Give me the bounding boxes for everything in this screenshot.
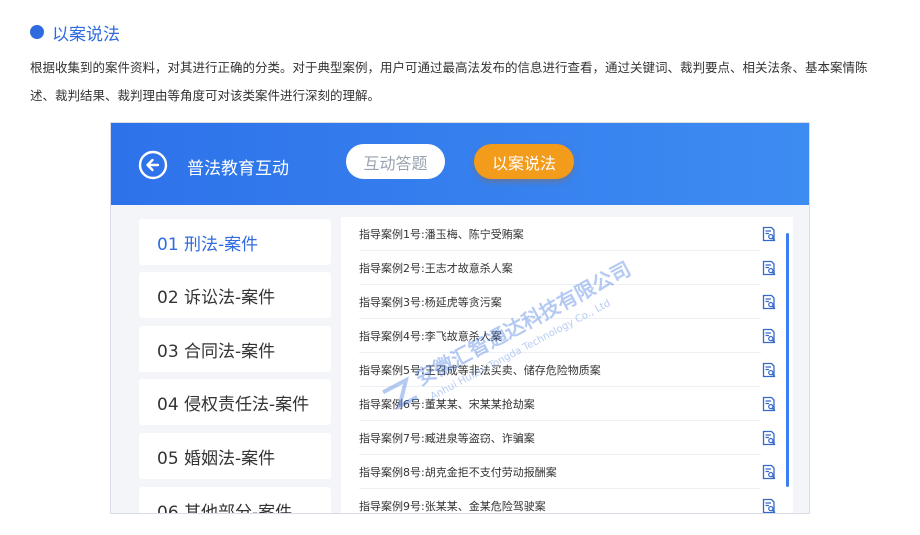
document-search-icon[interactable] — [761, 498, 777, 514]
sidebar-item-contract-law[interactable]: 03 合同法-案件 — [139, 326, 331, 372]
document-search-icon[interactable] — [761, 294, 777, 310]
tab-interactive-quiz[interactable]: 互动答题 — [346, 144, 445, 179]
document-search-icon[interactable] — [761, 362, 777, 378]
list-item[interactable]: 指导案例1号:潘玉梅、陈宁受贿案 — [359, 217, 776, 251]
sidebar-item-criminal-law[interactable]: 01 刑法-案件 — [139, 219, 331, 265]
case-title: 指导案例2号:王志才故意杀人案 — [359, 261, 513, 275]
document-search-icon[interactable] — [761, 328, 777, 344]
document-search-icon[interactable] — [761, 396, 777, 412]
case-title: 指导案例4号:李飞故意杀人案 — [359, 329, 502, 343]
case-title: 指导案例9号:张某某、金某危险驾驶案 — [359, 499, 546, 513]
app-title: 普法教育互动 — [187, 159, 289, 179]
app-frame: 普法教育互动 互动答题 以案说法 01 刑法-案件 02 诉讼法-案件 03 合… — [110, 122, 810, 514]
bullet-dot-icon — [30, 25, 44, 39]
app-header: 普法教育互动 互动答题 以案说法 — [111, 123, 809, 205]
sidebar-item-marriage-law[interactable]: 05 婚姻法-案件 — [139, 433, 331, 479]
list-item[interactable]: 指导案例3号:杨延虎等贪污案 — [359, 285, 776, 319]
list-item[interactable]: 指导案例4号:李飞故意杀人案 — [359, 319, 776, 353]
list-item[interactable]: 指导案例7号:臧进泉等盗窃、诈骗案 — [359, 421, 776, 455]
list-item[interactable]: 指导案例5号:王召成等非法买卖、储存危险物质案 — [359, 353, 776, 387]
document-search-icon[interactable] — [761, 260, 777, 276]
section-heading: 以案说法 — [30, 20, 120, 45]
sidebar-item-tort-law[interactable]: 04 侵权责任法-案件 — [139, 379, 331, 425]
back-arrow-circle-icon[interactable] — [138, 150, 168, 180]
list-item[interactable]: 指导案例2号:王志才故意杀人案 — [359, 251, 776, 285]
tab-case-study[interactable]: 以案说法 — [474, 144, 574, 179]
sidebar-item-procedure-law[interactable]: 02 诉讼法-案件 — [139, 272, 331, 318]
intro-paragraph: 根据收集到的案件资料，对其进行正确的分类。对于典型案例，用户可通过最高法发布的信… — [30, 60, 868, 103]
scrollbar[interactable] — [786, 233, 789, 487]
list-item[interactable]: 指导案例9号:张某某、金某危险驾驶案 — [359, 489, 776, 513]
list-item[interactable]: 指导案例6号:董某某、宋某某抢劫案 — [359, 387, 776, 421]
case-title: 指导案例3号:杨延虎等贪污案 — [359, 295, 502, 309]
case-title: 指导案例5号:王召成等非法买卖、储存危险物质案 — [359, 363, 601, 377]
document-search-icon[interactable] — [761, 464, 777, 480]
case-title: 指导案例7号:臧进泉等盗窃、诈骗案 — [359, 431, 535, 445]
case-title: 指导案例8号:胡克金拒不支付劳动报酬案 — [359, 465, 557, 479]
case-list: 指导案例1号:潘玉梅、陈宁受贿案 指导案例2号:王志才故意杀人案 指导案例3号:… — [341, 217, 793, 513]
document-search-icon[interactable] — [761, 226, 777, 242]
sidebar-item-other[interactable]: 06 其他部分-案件 — [139, 487, 331, 513]
case-title: 指导案例1号:潘玉梅、陈宁受贿案 — [359, 227, 524, 241]
list-item[interactable]: 指导案例8号:胡克金拒不支付劳动报酬案 — [359, 455, 776, 489]
document-search-icon[interactable] — [761, 430, 777, 446]
case-title: 指导案例6号:董某某、宋某某抢劫案 — [359, 397, 535, 411]
section-title: 以案说法 — [52, 24, 120, 45]
